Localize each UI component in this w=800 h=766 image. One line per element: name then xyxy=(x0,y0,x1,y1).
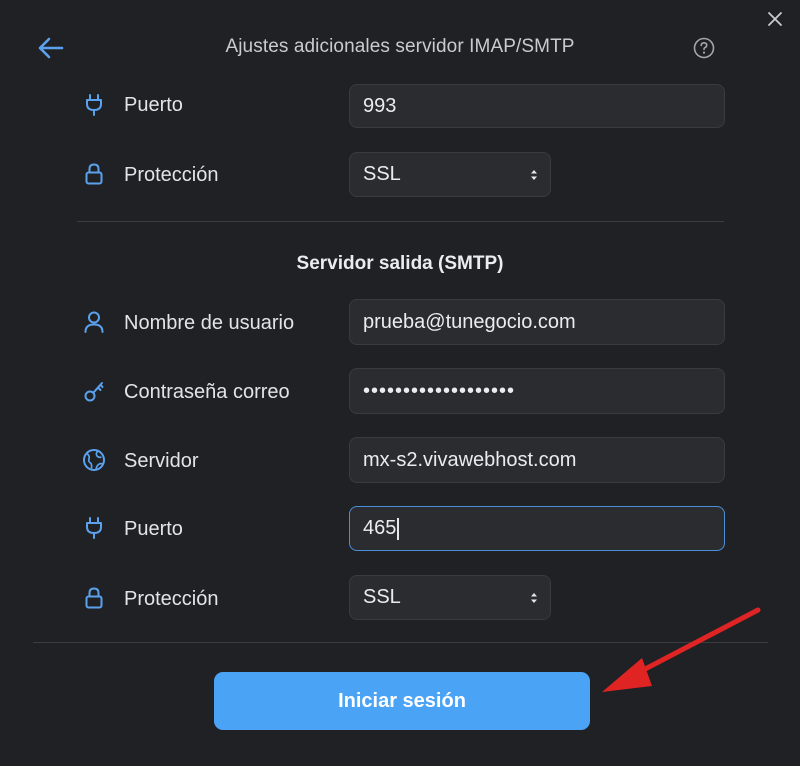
help-button[interactable] xyxy=(692,36,716,60)
lock-icon xyxy=(82,586,106,610)
smtp-server-input[interactable]: mx-s2.vivawebhost.com xyxy=(349,437,725,483)
globe-icon xyxy=(82,448,106,472)
red-arrow-annotation xyxy=(602,607,761,692)
smtp-password-input[interactable]: ••••••••••••••••••• xyxy=(349,368,725,414)
plug-icon xyxy=(82,516,106,540)
imap-protection-label: Protección xyxy=(124,164,219,186)
smtp-username-input[interactable]: prueba@tunegocio.com xyxy=(349,299,725,345)
dialog-title: Ajustes adicionales servidor IMAP/SMTP xyxy=(225,36,575,57)
smtp-port-input[interactable]: 465 xyxy=(349,506,725,551)
smtp-protection-select[interactable]: SSL xyxy=(349,575,551,620)
smtp-port-value: 465 xyxy=(363,517,397,539)
imap-port-label: Puerto xyxy=(124,94,183,116)
smtp-protection-value: SSL xyxy=(363,586,401,608)
user-icon xyxy=(82,310,106,334)
imap-protection-select[interactable]: SSL xyxy=(349,152,551,197)
imap-port-input[interactable]: 993 xyxy=(349,84,725,128)
section-divider xyxy=(77,221,724,222)
smtp-section-title: Servidor salida (SMTP) xyxy=(296,253,504,274)
text-caret xyxy=(397,517,399,540)
smtp-port-label: Puerto xyxy=(124,518,183,540)
plug-icon xyxy=(82,93,106,117)
close-icon xyxy=(768,12,782,26)
smtp-password-label: Contraseña correo xyxy=(124,381,290,403)
lock-icon xyxy=(82,162,106,186)
help-icon xyxy=(693,37,715,59)
smtp-username-label: Nombre de usuario xyxy=(124,312,295,334)
imap-protection-value: SSL xyxy=(363,163,401,185)
smtp-protection-label: Protección xyxy=(124,588,219,610)
select-arrows-icon xyxy=(531,592,537,603)
key-icon xyxy=(82,379,106,403)
select-arrows-icon xyxy=(531,169,537,180)
close-button[interactable] xyxy=(762,6,788,32)
login-button[interactable]: Iniciar sesión xyxy=(214,672,590,730)
smtp-server-label: Servidor xyxy=(124,450,199,472)
